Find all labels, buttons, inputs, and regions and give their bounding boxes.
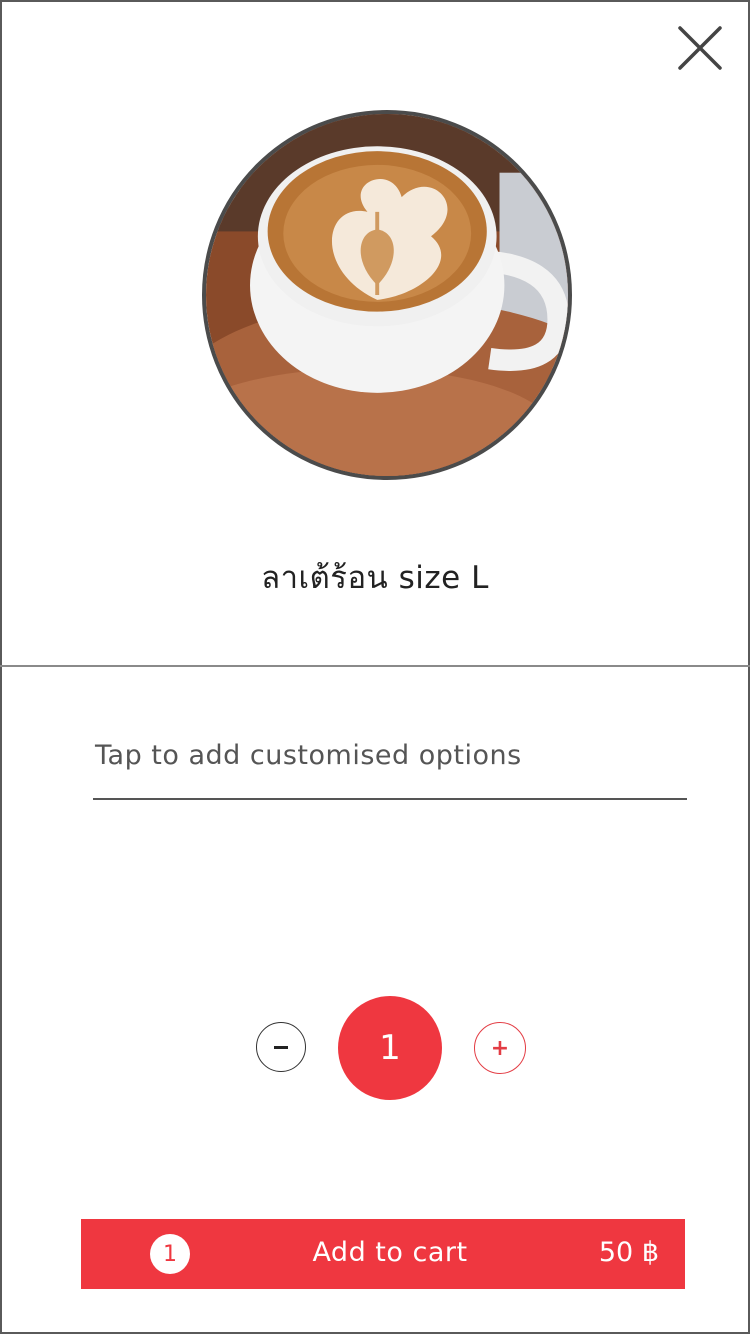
quantity-decrease-button[interactable] <box>256 1022 306 1072</box>
product-image <box>202 110 572 480</box>
quantity-value: 1 <box>338 996 442 1100</box>
quantity-increase-button[interactable]: + <box>474 1022 526 1074</box>
add-to-cart-button[interactable]: 1 Add to cart 50 ฿ <box>81 1219 685 1289</box>
close-icon[interactable] <box>676 24 724 72</box>
minus-icon <box>274 1045 288 1049</box>
cart-price: 50 ฿ <box>598 1237 659 1268</box>
product-title: ลาเต้ร้อน size L <box>261 560 489 596</box>
customised-options-field[interactable]: Tap to add customised options <box>93 732 687 800</box>
plus-icon: + <box>490 1035 510 1061</box>
options-prompt: Tap to add customised options <box>95 740 522 771</box>
section-divider <box>0 665 750 667</box>
